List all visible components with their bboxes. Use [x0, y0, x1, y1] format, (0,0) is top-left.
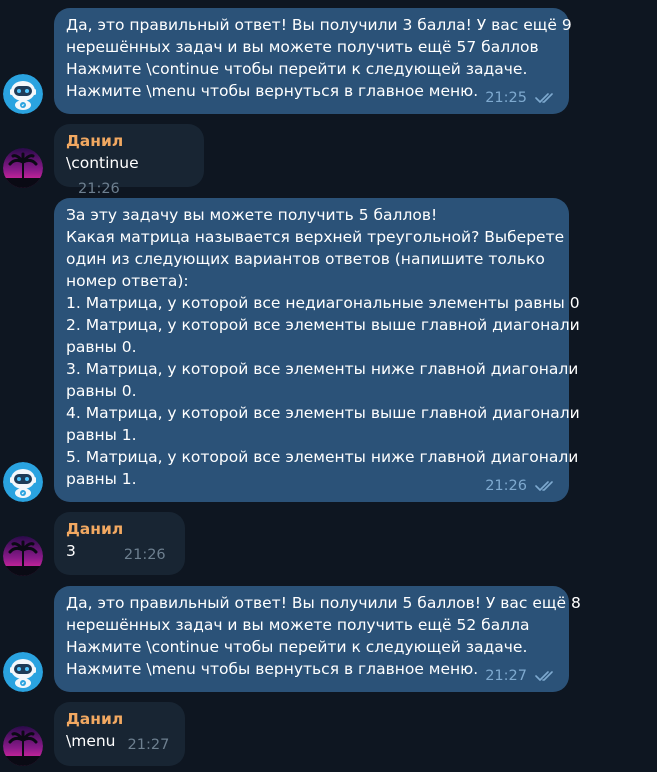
message-text: равны 1. — [66, 426, 137, 444]
message-text: 3. Матрица, у которой все элементы ниже … — [66, 360, 579, 378]
message-time: 21:26 — [123, 547, 166, 563]
message-text: 3 — [66, 542, 76, 560]
bot-avatar[interactable] — [3, 652, 43, 692]
message-text: Нажмите \menu чтобы вернуться в главное … — [66, 82, 479, 100]
message-meta: 21:26 — [485, 475, 557, 497]
bot-avatar[interactable] — [3, 462, 43, 502]
message-text: \continue — [66, 154, 139, 172]
message-text: равны 0. — [66, 338, 137, 356]
message-text: Нажмите \continue чтобы перейти к следую… — [66, 60, 528, 78]
message-text: 4. Матрица, у которой все элементы выше … — [66, 404, 580, 422]
message-time: 21:27 — [485, 668, 527, 684]
double-check-icon — [535, 481, 553, 491]
message-text: Да, это правильный ответ! Вы получили 3 … — [66, 16, 572, 34]
sender-name[interactable]: Данил — [66, 518, 173, 540]
chat-area[interactable]: Да, это правильный ответ! Вы получили 3 … — [0, 0, 657, 772]
message-text: Да, это правильный ответ! Вы получили 5 … — [66, 594, 581, 612]
sender-name[interactable]: Данил — [66, 708, 173, 730]
message-text: один из следующих вариантов ответов (нап… — [66, 250, 545, 268]
message-text: Нажмите \continue чтобы перейти к следую… — [66, 638, 528, 656]
message-text: 1. Матрица, у которой все недиагональные… — [66, 294, 580, 312]
user-message[interactable]: Данил 3 21:26 — [54, 512, 185, 575]
palm-sunset-icon — [3, 726, 43, 766]
palm-sunset-icon — [3, 148, 43, 188]
sender-name[interactable]: Данил — [66, 130, 192, 152]
message-time: 21:27 — [127, 737, 170, 753]
message-meta: 21:27 — [485, 665, 557, 687]
double-check-icon — [535, 93, 553, 103]
robot-icon — [3, 462, 43, 502]
message-text: номер ответа): — [66, 272, 189, 290]
user-avatar[interactable] — [3, 536, 43, 576]
message-text: Нажмите \menu чтобы вернуться в главное … — [66, 660, 479, 678]
message-meta: 21:25 — [485, 87, 557, 109]
robot-icon — [3, 74, 43, 114]
user-message[interactable]: Данил \continue 21:26 — [54, 124, 204, 197]
message-time: 21:26 — [78, 181, 120, 197]
double-check-icon — [535, 671, 553, 681]
user-avatar[interactable] — [3, 148, 43, 188]
bot-message[interactable]: Да, это правильный ответ! Вы получили 5 … — [54, 586, 581, 692]
message-text: 2. Матрица, у которой все элементы выше … — [66, 316, 580, 334]
message-text: равны 0. — [66, 382, 137, 400]
bot-message[interactable]: Да, это правильный ответ! Вы получили 3 … — [54, 8, 572, 114]
message-text: \menu — [66, 732, 116, 750]
palm-sunset-icon — [3, 536, 43, 576]
message-text: Какая матрица называется верхней треугол… — [66, 228, 565, 246]
message-text: равны 1. — [66, 470, 137, 488]
user-avatar[interactable] — [3, 726, 43, 766]
message-text: нерешённых задач и вы можете получить ещ… — [66, 616, 530, 634]
bot-avatar[interactable] — [3, 74, 43, 114]
message-text: нерешённых задач и вы можете получить ещ… — [66, 38, 539, 56]
message-time: 21:26 — [485, 478, 527, 494]
message-text: За эту задачу вы можете получить 5 балло… — [66, 206, 438, 224]
robot-icon — [3, 652, 43, 692]
message-time: 21:25 — [485, 90, 527, 106]
bot-message[interactable]: За эту задачу вы можете получить 5 балло… — [54, 198, 580, 502]
message-text: 5. Матрица, у которой все элементы ниже … — [66, 448, 579, 466]
user-message[interactable]: Данил \menu 21:27 — [54, 702, 185, 766]
